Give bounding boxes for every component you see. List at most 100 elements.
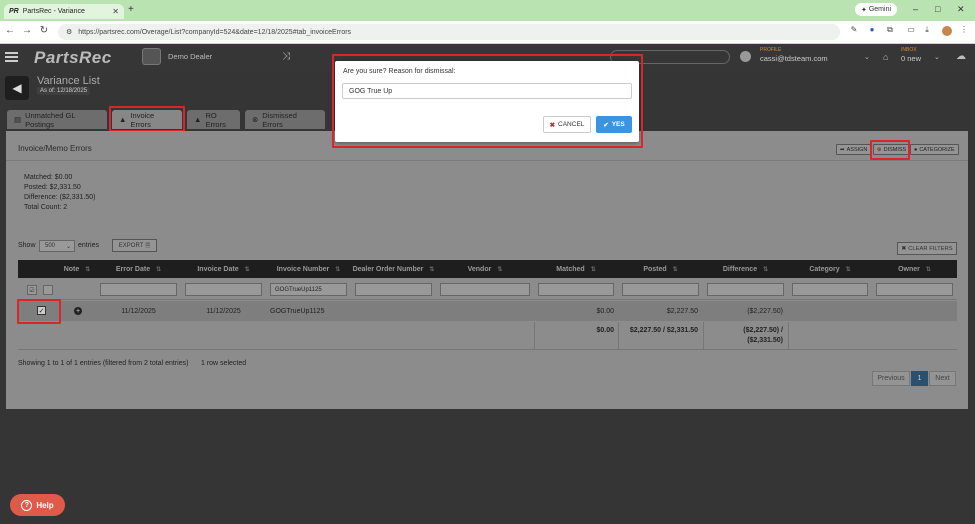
next-page-button[interactable]: Next — [929, 371, 956, 386]
browser-avatar[interactable] — [942, 26, 952, 36]
sort-icon: ⇅ — [845, 266, 851, 273]
summary-total-count: Total Count: 2 — [24, 204, 68, 211]
previous-page-button[interactable]: Previous — [872, 371, 910, 386]
dealer-name[interactable]: Demo Dealer — [168, 52, 212, 61]
filter-error-date[interactable] — [100, 283, 177, 296]
hamburger-icon[interactable] — [5, 52, 18, 64]
browser-tab[interactable]: PR PartsRec - Variance ✕ — [4, 4, 124, 19]
reload-icon[interactable]: ↻ — [38, 25, 50, 36]
filter-matched[interactable] — [538, 283, 614, 296]
extensions-puzzle-icon[interactable]: ⧉ — [884, 25, 896, 37]
url-text: https://partsrec.com/Overage/List?compan… — [78, 28, 352, 36]
gemini-label: Gemini — [868, 6, 892, 13]
page-size-select[interactable]: 500 ⌄ — [39, 240, 75, 252]
export-button[interactable]: EXPORT 🗎 — [112, 239, 157, 252]
switch-dealer-icon[interactable]: ⤨ — [282, 51, 290, 62]
column-header-dealer-order-number[interactable]: Dealer Order Number ⇅ — [351, 260, 436, 278]
profile-avatar-icon[interactable] — [740, 51, 751, 62]
address-bar[interactable]: ⚙ https://partsrec.com/Overage/List?comp… — [58, 24, 840, 40]
column-header-category[interactable]: Category ⇅ — [788, 260, 872, 278]
dismissal-reason-input[interactable]: GOG True Up — [342, 83, 632, 99]
filter-vendor[interactable] — [440, 283, 530, 296]
sort-icon: ⇅ — [497, 266, 503, 273]
header-label: Error Date — [115, 265, 151, 273]
profile-name[interactable]: cassi@tdsteam.com — [760, 54, 828, 63]
cast-icon[interactable]: ▭ — [905, 25, 917, 37]
filter-invoice-date[interactable] — [185, 283, 262, 296]
maximize-button[interactable]: □ — [935, 4, 940, 14]
close-window-button[interactable]: ✕ — [957, 4, 965, 15]
profile-label: PROFILE — [760, 47, 782, 53]
back-circle-icon: ◀ — [12, 81, 22, 95]
column-header-vendor[interactable]: Vendor ⇅ — [436, 260, 534, 278]
column-header-difference[interactable]: Difference ⇅ — [703, 260, 788, 278]
close-tab-icon[interactable]: ✕ — [112, 7, 119, 16]
column-header-error-date[interactable]: Error Date ⇅ — [96, 260, 181, 278]
close-icon: ✖ — [549, 121, 556, 129]
cancel-button[interactable]: ✖ CANCEL — [543, 116, 591, 133]
forward-arrow-icon[interactable]: → — [21, 25, 33, 36]
page-1-button[interactable]: 1 — [911, 371, 928, 386]
back-arrow-icon[interactable]: ← — [4, 25, 16, 36]
tab-ro-errors[interactable]: ▲ RO Errors — [187, 110, 240, 129]
chevron-down-icon[interactable]: ⌄ — [864, 53, 870, 61]
tab-dismissed-errors[interactable]: ⊗ Dismissed Errors — [245, 110, 325, 129]
cell-difference: ($2,227.50) — [747, 308, 783, 315]
clear-filters-button[interactable]: ✖ CLEAR FILTERS — [897, 242, 957, 255]
chevron-down-icon[interactable]: ⌄ — [934, 53, 940, 61]
tab-label: Dismissed Errors — [262, 110, 297, 129]
cloud-upload-icon[interactable]: ☁ — [956, 51, 966, 62]
sparkle-icon: ✦ — [860, 6, 867, 14]
yes-button[interactable]: ✔ YES — [596, 116, 632, 133]
list-icon: ▤ — [14, 115, 22, 124]
assign-button[interactable]: ➦ ASSIGN — [836, 144, 872, 155]
column-header-matched[interactable]: Matched ⇅ — [534, 260, 618, 278]
select-all-checkbox[interactable]: ☑ — [27, 285, 37, 295]
share-icon: ➦ — [840, 146, 845, 153]
new-tab-button[interactable]: + — [128, 4, 134, 15]
filter-category[interactable] — [792, 283, 868, 296]
total-difference-line2: ($2,331.50) — [747, 337, 783, 344]
tab-unmatched-gl[interactable]: ▤ Unmatched GL Postings — [7, 110, 107, 129]
site-info-icon[interactable]: ⚙ — [66, 28, 72, 36]
filter-posted[interactable] — [622, 283, 699, 296]
download-icon[interactable]: ⤓ — [921, 25, 933, 37]
chevron-down-icon: ⌄ — [65, 243, 71, 250]
menu-dots-icon[interactable]: ⋮ — [958, 25, 970, 37]
total-posted: $2,227.50 / $2,331.50 — [629, 327, 698, 334]
filter-difference[interactable] — [707, 283, 784, 296]
column-header-invoice-date[interactable]: Invoice Date ⇅ — [181, 260, 266, 278]
gemini-button[interactable]: ✦ Gemini — [855, 3, 897, 16]
inbox-count[interactable]: 0 new — [901, 54, 921, 63]
question-icon: ? — [21, 499, 33, 511]
header-label: Matched — [556, 265, 585, 273]
back-button[interactable]: ◀ — [5, 76, 29, 100]
header-label: Posted — [643, 265, 667, 273]
yes-label: YES — [611, 121, 625, 128]
cell-matched: $0.00 — [596, 308, 614, 315]
add-note-icon[interactable]: + — [74, 307, 82, 315]
column-header-note[interactable]: Note ⇅ — [58, 260, 96, 278]
categorize-button[interactable]: ● CATEGORIZE — [910, 144, 959, 155]
column-header-posted[interactable]: Posted ⇅ — [618, 260, 703, 278]
extension-icon[interactable]: ● — [866, 25, 878, 37]
close-icon: ✖ — [901, 245, 907, 252]
filter-invoice-number[interactable]: GOGTrueUp1125 — [270, 283, 347, 296]
page-size-value: 500 — [45, 243, 56, 249]
highlight-box — [109, 106, 185, 132]
total-matched: $0.00 — [596, 327, 614, 334]
column-header-invoice-number[interactable]: Invoice Number ⇅ — [266, 260, 351, 278]
deselect-all-checkbox[interactable] — [43, 285, 53, 295]
app-logo[interactable]: PartsRec — [34, 48, 112, 68]
help-button[interactable]: ? Help — [10, 494, 65, 516]
filter-dealer-order-number[interactable] — [355, 283, 432, 296]
edit-icon[interactable]: ✎ — [848, 25, 860, 37]
assign-label: ASSIGN — [846, 146, 868, 153]
inbox-icon[interactable]: ⌂ — [883, 52, 888, 62]
column-header-owner[interactable]: Owner ⇅ — [872, 260, 957, 278]
filter-owner[interactable] — [876, 283, 953, 296]
dealer-logo — [142, 48, 161, 65]
sort-icon: ⇅ — [590, 266, 596, 273]
cell-invoice-date: 11/12/2025 — [206, 308, 241, 315]
minimize-button[interactable]: – — [913, 4, 918, 14]
